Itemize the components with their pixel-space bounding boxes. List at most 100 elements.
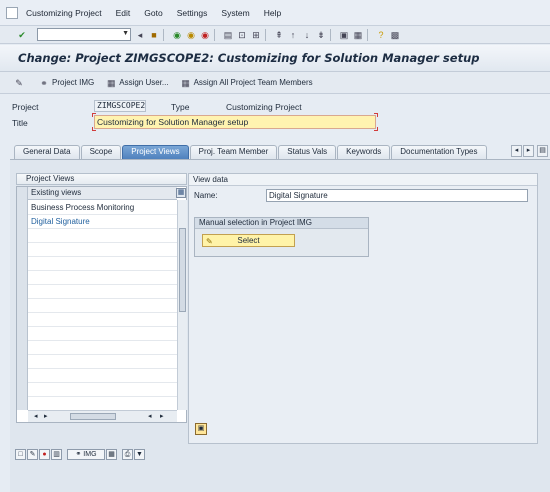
table-row-empty[interactable] (28, 327, 177, 341)
page-title: Change: Project ZIMGSCOPE2: Customizing … (18, 51, 480, 65)
scroll-right-icon[interactable]: ▸ (160, 412, 164, 420)
table-row-empty[interactable] (28, 271, 177, 285)
menu-customizing-project[interactable]: Customizing Project (26, 8, 102, 18)
detail-icon[interactable]: ▦ (106, 449, 117, 460)
save-icon[interactable]: ■ (149, 30, 159, 40)
tab-list-icon[interactable]: ▤ (537, 145, 548, 157)
create-icon[interactable]: □ (15, 449, 26, 460)
print-icon[interactable]: ⎙ (122, 449, 133, 460)
edit-icon[interactable]: ✎ (27, 449, 38, 460)
focus-corner (374, 113, 378, 117)
first-page-icon[interactable]: ⇞ (274, 30, 284, 40)
type-value: Customizing Project (226, 102, 302, 112)
find-icon[interactable]: ⊡ (237, 30, 247, 40)
title-label: Title (12, 118, 28, 128)
sap-logo-icon[interactable] (6, 6, 18, 19)
table-row-empty[interactable] (28, 369, 177, 383)
toolbar-separator (163, 28, 164, 41)
project-views-table: Existing views ▦ Business Process Monito… (16, 186, 187, 423)
exit-icon[interactable]: ◉ (186, 30, 196, 40)
table-row-empty[interactable] (28, 313, 177, 327)
vertical-scrollbar[interactable] (177, 200, 187, 410)
title-bar: Change: Project ZIMGSCOPE2: Customizing … (0, 45, 550, 72)
table-row-empty[interactable] (28, 383, 177, 397)
application-toolbar: ✎ ⚭ Project IMG ▦ Assign User... ▦ Assign A… (0, 72, 550, 94)
view-data-panel: View data Name: Digital Signature Manual… (188, 173, 538, 444)
table-row-empty[interactable] (28, 257, 177, 271)
tab-scroll-right-icon[interactable]: ▸ (523, 145, 534, 157)
tab-documentation-types[interactable]: Documentation Types (391, 145, 487, 159)
project-label: Project (12, 102, 39, 112)
menu-bar: Customizing Project Edit Goto Settings S… (0, 0, 550, 26)
table-settings-icon[interactable]: ▦ (176, 188, 186, 198)
cancel-icon[interactable]: ◉ (200, 30, 210, 40)
table-row-empty[interactable] (28, 243, 177, 257)
assign-all-team-members-button[interactable]: ▦ Assign All Project Team Members (181, 77, 312, 88)
table-row-empty[interactable] (28, 229, 177, 243)
menu-edit[interactable]: Edit (116, 8, 131, 18)
name-input[interactable]: Digital Signature (266, 189, 528, 202)
layout-icon[interactable]: ▩ (390, 30, 400, 40)
save-icon[interactable]: ▣ (195, 423, 207, 435)
project-views-toolbar: □ ✎ ● ▥ ⚭ IMG ▦ ⎙ ▼ (15, 449, 146, 460)
focus-corner (374, 127, 378, 131)
existing-views-column-header[interactable]: Existing views (28, 187, 177, 200)
title-input[interactable]: Customizing for Solution Manager setup (94, 115, 376, 129)
enter-check-icon[interactable]: ✔ (17, 30, 27, 40)
project-field: ZIMGSCOPE2 (94, 100, 146, 112)
tab-status-vals[interactable]: Status Vals (278, 145, 337, 159)
scroll-left-icon[interactable]: ◂ (148, 412, 152, 420)
help-icon[interactable]: ? (376, 30, 386, 40)
scrollbar-thumb[interactable] (179, 228, 186, 312)
display-change-button[interactable]: ✎ (14, 78, 27, 88)
tab-keywords[interactable]: Keywords (337, 145, 391, 159)
ok-code-dropdown-icon[interactable]: ▼ (122, 30, 129, 37)
trash-icon[interactable]: ▥ (51, 449, 62, 460)
table-row-empty[interactable] (28, 341, 177, 355)
view-data-title: View data (189, 174, 537, 186)
menu-goto[interactable]: Goto (144, 8, 162, 18)
back-arrow-icon[interactable]: ◂ (135, 30, 145, 40)
ok-code-field[interactable]: ▼ (37, 28, 131, 41)
tab-general-data[interactable]: General Data (14, 145, 80, 159)
table-row-empty[interactable] (28, 299, 177, 313)
table-row[interactable]: Business Process Monitoring (28, 201, 177, 215)
project-views-panel-title: Project Views (16, 173, 187, 185)
tab-proj-team-member[interactable]: Proj. Team Member (189, 145, 278, 159)
pencil-icon: ✎ (206, 237, 213, 246)
filter-icon[interactable]: ▼ (134, 449, 145, 460)
shortcut-icon[interactable]: ▦ (353, 30, 363, 40)
assign-icon: ▦ (106, 77, 116, 88)
table-row-empty[interactable] (28, 285, 177, 299)
select-button[interactable]: ✎ Select (202, 234, 295, 247)
system-toolbar: ✔ ▼ ◂ ■ ◉ ◉ ◉ ▤ ⊡ ⊞ ⇞ ↑ ↓ ⇟ ▣ ▦ ? ▩ (0, 26, 550, 44)
tab-scroll-left-icon[interactable]: ◂ (511, 145, 522, 157)
menu-settings[interactable]: Settings (177, 8, 208, 18)
assign-all-icon: ▦ (181, 77, 190, 88)
assign-user-button[interactable]: ▦ Assign User... (106, 77, 169, 88)
print-icon[interactable]: ▤ (223, 30, 233, 40)
prev-page-icon[interactable]: ↑ (288, 30, 298, 40)
menu-system[interactable]: System (221, 8, 249, 18)
scroll-right-icon[interactable]: ▸ (44, 412, 48, 420)
back-icon[interactable]: ◉ (172, 30, 182, 40)
scrollbar-thumb[interactable] (70, 413, 116, 420)
new-session-icon[interactable]: ▣ (339, 30, 349, 40)
next-page-icon[interactable]: ↓ (302, 30, 312, 40)
pencil-glasses-icon: ✎ (15, 77, 23, 88)
scroll-left-icon[interactable]: ◂ (34, 412, 38, 420)
row-selector-column[interactable] (17, 187, 28, 410)
menu-help[interactable]: Help (264, 8, 281, 18)
project-img-button[interactable]: ⚭ Project IMG (39, 78, 94, 88)
tab-strip: General Data Scope Project Views Proj. T… (14, 145, 488, 159)
delete-icon[interactable]: ● (39, 449, 50, 460)
img-button[interactable]: ⚭ IMG (67, 449, 105, 460)
table-row-empty[interactable] (28, 355, 177, 369)
find-next-icon[interactable]: ⊞ (251, 30, 261, 40)
table-row-selected[interactable]: Digital Signature (28, 215, 177, 229)
last-page-icon[interactable]: ⇟ (316, 30, 326, 40)
tab-project-views[interactable]: Project Views (122, 145, 189, 159)
horizontal-scrollbar[interactable]: ◂ ▸ ◂ ▸ (28, 410, 177, 422)
tab-scope[interactable]: Scope (80, 145, 122, 159)
toolbar-separator (330, 28, 331, 41)
